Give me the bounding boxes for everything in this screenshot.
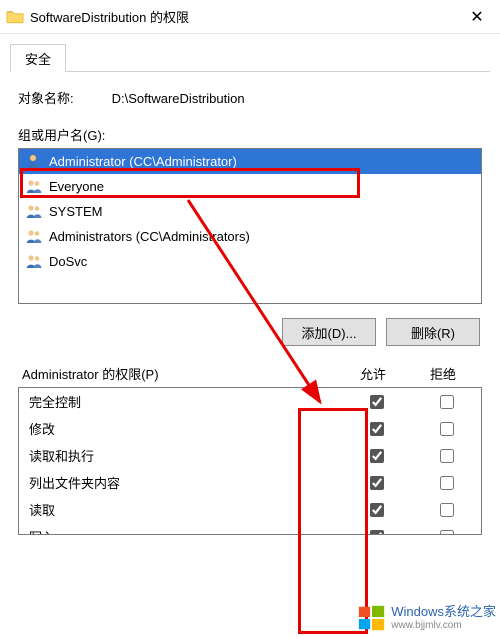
permission-row: 列出文件夹内容 xyxy=(19,469,481,496)
permission-row: 完全控制 xyxy=(19,388,481,415)
permission-row: 修改 xyxy=(19,415,481,442)
permission-name: 读取 xyxy=(29,500,341,519)
group-icon xyxy=(25,178,43,196)
permission-row: 读取 xyxy=(19,496,481,523)
object-value: D:\SoftwareDistribution xyxy=(112,91,245,106)
group-section: 组或用户名(G): Administrator (CC\Administrato… xyxy=(18,125,482,304)
close-button[interactable]: ✕ xyxy=(454,0,500,34)
permissions-header: Administrator 的权限(P) 允许 拒绝 xyxy=(18,364,482,387)
user-item-label: Administrators (CC\Administrators) xyxy=(49,229,250,244)
user-item[interactable]: Everyone xyxy=(19,174,481,199)
permission-row: 读取和执行 xyxy=(19,442,481,469)
window-title: SoftwareDistribution 的权限 xyxy=(30,7,454,26)
permissions-grid: 完全控制修改读取和执行列出文件夹内容读取写入 xyxy=(18,387,482,535)
permissions-scroll[interactable]: 完全控制修改读取和执行列出文件夹内容读取写入 xyxy=(19,388,481,534)
titlebar: SoftwareDistribution 的权限 ✕ xyxy=(0,0,500,34)
watermark: Windows系统之家 www.bjjmlv.com xyxy=(357,603,496,633)
deny-checkbox[interactable] xyxy=(440,395,454,409)
user-item-label: DoSvc xyxy=(49,254,87,269)
permission-name: 修改 xyxy=(29,419,341,438)
object-row: 对象名称: D:\SoftwareDistribution xyxy=(18,88,482,107)
deny-checkbox[interactable] xyxy=(440,422,454,436)
deny-checkbox[interactable] xyxy=(440,476,454,490)
user-item[interactable]: DoSvc xyxy=(19,249,481,274)
user-item-label: Administrator (CC\Administrator) xyxy=(49,154,237,169)
permission-name: 列出文件夹内容 xyxy=(29,473,341,492)
add-button[interactable]: 添加(D)... xyxy=(282,318,376,346)
group-icon xyxy=(25,228,43,246)
permission-row: 写入 xyxy=(19,523,481,534)
col-allow-label: 允许 xyxy=(338,364,408,383)
object-label: 对象名称: xyxy=(18,88,108,107)
permission-name: 读取和执行 xyxy=(29,446,341,465)
user-item-label: Everyone xyxy=(49,179,104,194)
user-icon xyxy=(25,153,43,171)
watermark-text-en: www.bjjmlv.com xyxy=(391,620,496,631)
windows-logo-icon xyxy=(357,603,387,633)
user-item[interactable]: Administrator (CC\Administrator) xyxy=(19,149,481,174)
tab-content: 对象名称: D:\SoftwareDistribution 组或用户名(G): … xyxy=(0,72,500,535)
button-row: 添加(D)... 删除(R) xyxy=(18,318,482,346)
allow-checkbox[interactable] xyxy=(370,530,384,535)
allow-checkbox[interactable] xyxy=(370,476,384,490)
user-item[interactable]: SYSTEM xyxy=(19,199,481,224)
permissions-label: Administrator 的权限(P) xyxy=(22,364,338,383)
deny-checkbox[interactable] xyxy=(440,449,454,463)
close-icon: ✕ xyxy=(470,7,483,27)
user-list[interactable]: Administrator (CC\Administrator) Everyone… xyxy=(18,148,482,304)
remove-button[interactable]: 删除(R) xyxy=(386,318,480,346)
permission-name: 完全控制 xyxy=(29,392,341,411)
deny-checkbox[interactable] xyxy=(440,530,454,535)
allow-checkbox[interactable] xyxy=(370,449,384,463)
tab-security[interactable]: 安全 xyxy=(10,44,66,73)
tab-strip: 安全 xyxy=(0,34,500,72)
watermark-text-zh: Windows系统之家 xyxy=(391,605,496,619)
group-icon xyxy=(25,203,43,221)
allow-checkbox[interactable] xyxy=(370,395,384,409)
user-item[interactable]: Administrators (CC\Administrators) xyxy=(19,224,481,249)
col-deny-label: 拒绝 xyxy=(408,364,478,383)
permissions-section: Administrator 的权限(P) 允许 拒绝 完全控制修改读取和执行列出… xyxy=(18,364,482,535)
group-label: 组或用户名(G): xyxy=(18,125,482,144)
permission-name: 写入 xyxy=(29,527,341,534)
group-icon xyxy=(25,253,43,271)
allow-checkbox[interactable] xyxy=(370,422,384,436)
folder-icon xyxy=(6,9,24,24)
allow-checkbox[interactable] xyxy=(370,503,384,517)
user-item-label: SYSTEM xyxy=(49,204,102,219)
deny-checkbox[interactable] xyxy=(440,503,454,517)
